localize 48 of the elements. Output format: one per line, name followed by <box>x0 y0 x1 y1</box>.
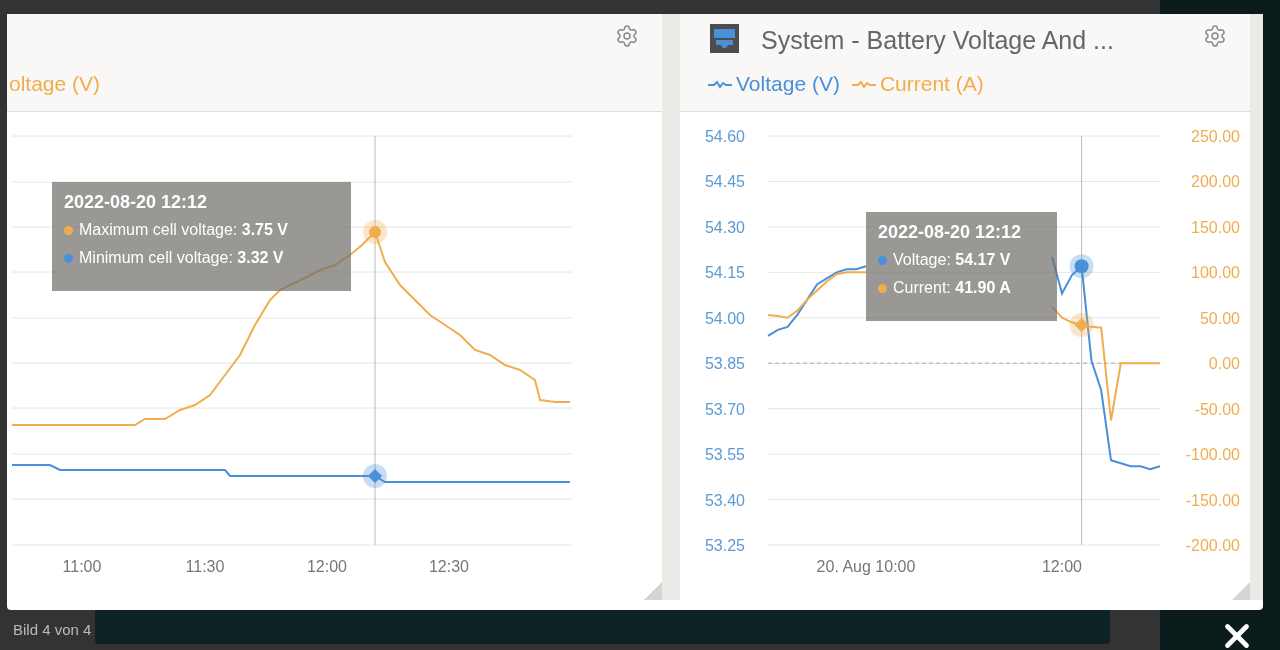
axis-label: 53.40 <box>705 491 745 509</box>
axis-label: 54.60 <box>705 128 745 145</box>
axis-label: 53.85 <box>705 355 745 373</box>
axis-label: 11:00 <box>62 558 102 575</box>
line-legend-icon <box>708 78 732 89</box>
line-legend-icon <box>851 78 876 89</box>
axis-label: 54.00 <box>705 309 745 327</box>
hover-marker <box>1069 254 1094 279</box>
resize-handle[interactable] <box>644 582 662 600</box>
axis-label: 50.00 <box>1199 309 1240 327</box>
settings-icon[interactable] <box>1203 24 1227 48</box>
resize-handle[interactable] <box>1232 582 1250 600</box>
hover-marker <box>363 220 387 244</box>
image-caption: Bild 4 von 4 <box>13 620 92 640</box>
monitor-device-icon <box>710 24 739 53</box>
tooltip-row-text: Minimum cell voltage: 3.32 V <box>79 248 284 268</box>
axis-label: 53.70 <box>705 400 745 418</box>
axis-label: 12:30 <box>429 558 469 575</box>
tooltip-row-text: Current: 41.90 A <box>893 278 1011 298</box>
tooltip-row-text: Voltage: 54.17 V <box>893 250 1011 270</box>
tooltip-title: 2022-08-20 12:12 <box>878 221 1023 244</box>
settings-icon[interactable] <box>615 24 639 48</box>
axis-label: 54.45 <box>705 173 745 191</box>
axis-label: 100.00 <box>1191 264 1240 282</box>
axis-label: -150.00 <box>1185 491 1240 509</box>
axis-label: 11:30 <box>185 558 225 575</box>
axis-label: 12:00 <box>1042 558 1082 575</box>
axis-label: 53.55 <box>705 446 745 464</box>
axis-label: 20. Aug 10:00 <box>816 558 916 575</box>
axis-label: 54.30 <box>705 218 745 236</box>
axis-label: 53.25 <box>705 537 745 554</box>
hover-marker <box>1069 313 1094 338</box>
axis-label: 250.00 <box>1191 128 1240 145</box>
legend-item[interactable]: Current (A) <box>851 68 984 100</box>
chart-title: System - Battery Voltage And ... <box>761 25 1114 56</box>
axis-label: 0.00 <box>1208 355 1240 373</box>
axis-label: 54.15 <box>705 264 745 282</box>
axis-label: -100.00 <box>1185 446 1240 464</box>
hover-marker <box>363 464 387 488</box>
axis-label: 200.00 <box>1191 173 1240 191</box>
axis-label: 12:00 <box>307 558 347 575</box>
tooltip-row-text: Maximum cell voltage: 3.75 V <box>79 220 288 240</box>
tooltip-title: 2022-08-20 12:12 <box>64 191 209 214</box>
legend-item[interactable]: Voltage (V) <box>708 68 840 100</box>
axis-label: -50.00 <box>1194 400 1240 418</box>
axis-label: 150.00 <box>1191 218 1240 236</box>
legend-item[interactable]: oltage (V) <box>9 68 101 100</box>
axis-label: -200.00 <box>1185 537 1240 554</box>
